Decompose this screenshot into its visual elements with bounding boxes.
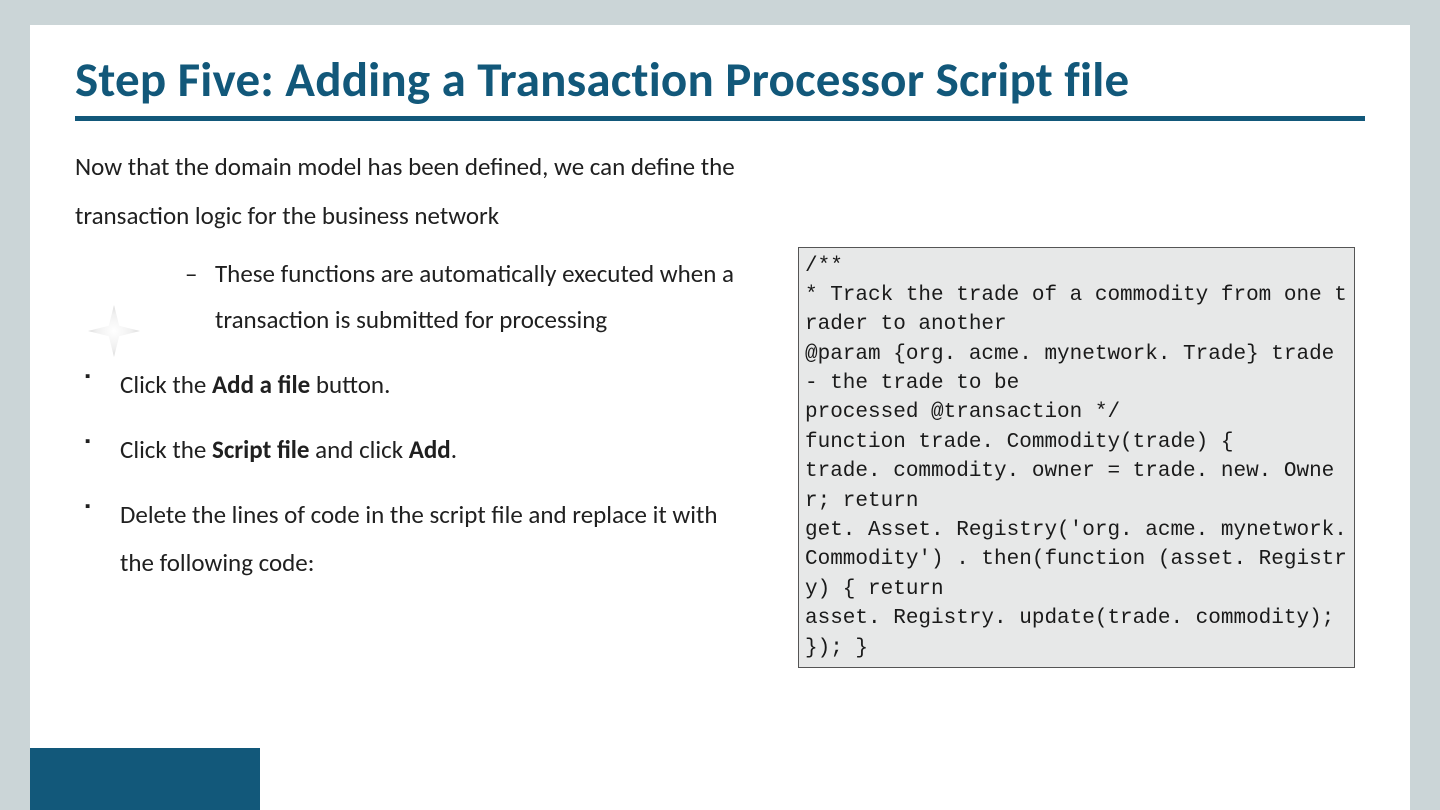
- title-rule: [75, 116, 1365, 121]
- step-2-part-c: and click: [310, 434, 409, 465]
- step-2-bold-2: Add: [409, 434, 451, 465]
- content-row: These functions are automatically execut…: [30, 241, 1410, 668]
- step-1-bold: Add a file: [212, 369, 310, 400]
- left-column: These functions are automatically execut…: [30, 241, 790, 668]
- step-2-part-a: Click the: [120, 434, 212, 465]
- step-2-bold-1: Script file: [212, 434, 310, 465]
- step-1-part-c: button.: [310, 369, 390, 400]
- code-block: /** * Track the trade of a commodity fro…: [798, 247, 1355, 668]
- subpoint: These functions are automatically execut…: [75, 251, 745, 344]
- intro-text: Now that the domain model has been defin…: [30, 143, 790, 241]
- footer-accent-bar: [30, 748, 260, 810]
- step-2: Click the Script file and click Add.: [75, 426, 745, 475]
- steps-list: Click the Add a file button. Click the S…: [75, 361, 745, 588]
- step-2-part-e: .: [451, 434, 457, 465]
- four-point-star-icon: [88, 305, 140, 357]
- step-1-part-a: Click the: [120, 369, 212, 400]
- slide-outer: Step Five: Adding a Transaction Processo…: [0, 0, 1440, 810]
- slide-inner: Step Five: Adding a Transaction Processo…: [30, 25, 1410, 810]
- step-3: Delete the lines of code in the script f…: [75, 491, 745, 589]
- slide-title: Step Five: Adding a Transaction Processo…: [30, 25, 1410, 116]
- right-column: /** * Track the trade of a commodity fro…: [790, 241, 1410, 668]
- step-1: Click the Add a file button.: [75, 361, 745, 410]
